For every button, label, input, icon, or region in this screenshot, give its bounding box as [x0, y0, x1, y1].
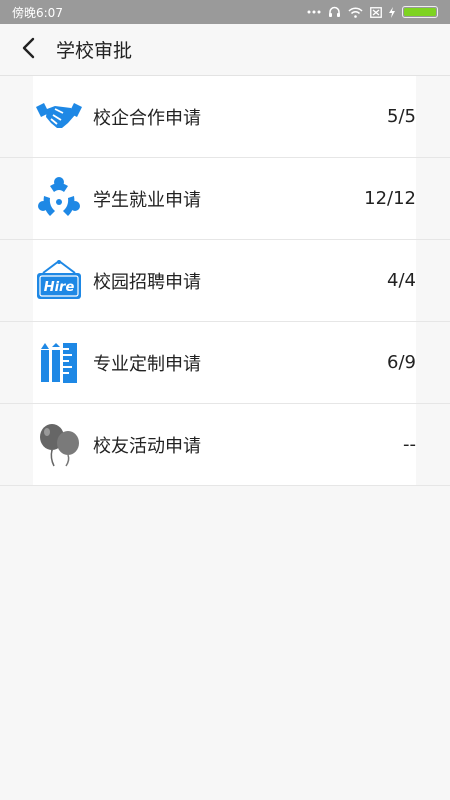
people-network-icon — [35, 175, 83, 223]
status-icons — [307, 6, 438, 18]
more-dots-icon — [307, 10, 321, 14]
list-item-count: 12/12 — [364, 188, 416, 209]
list-item-label: 校友活动申请 — [93, 435, 201, 457]
list-item-school-enterprise[interactable]: 校企合作申请 5/5 — [0, 76, 450, 158]
list-item-count: 5/5 — [387, 106, 416, 127]
list-item-campus-recruitment[interactable]: Hire 校园招聘申请 4/4 — [0, 240, 450, 322]
ruler-pencil-icon — [35, 339, 83, 387]
list-item-label: 学生就业申请 — [93, 189, 201, 211]
list-item-count: -- — [403, 434, 416, 455]
hire-sign-icon: Hire — [35, 257, 83, 305]
svg-text:Hire: Hire — [44, 280, 75, 295]
battery-icon — [402, 6, 438, 18]
list-item-label: 专业定制申请 — [93, 353, 201, 375]
headset-icon — [328, 6, 341, 18]
list-item-student-employment[interactable]: 学生就业申请 12/12 — [0, 158, 450, 240]
list-item-label: 校园招聘申请 — [93, 271, 201, 293]
list-item-count: 4/4 — [387, 270, 416, 291]
no-sim-icon — [370, 6, 382, 18]
page-title: 学校审批 — [56, 40, 133, 62]
balloons-icon — [35, 421, 83, 469]
handshake-icon — [35, 93, 83, 141]
list-item-count: 6/9 — [387, 352, 416, 373]
nav-bar: 学校审批 — [0, 24, 450, 76]
status-time: 傍晚6:07 — [12, 5, 63, 20]
back-button[interactable] — [0, 24, 56, 76]
list-item-alumni-activity[interactable]: 校友活动申请 -- — [0, 404, 450, 486]
wifi-icon — [348, 6, 363, 18]
list-item-label: 校企合作申请 — [93, 107, 201, 129]
chevron-left-icon — [21, 37, 35, 63]
status-bar: 傍晚6:07 — [0, 0, 450, 24]
approval-list: 校企合作申请 5/5 学生就业申请 12/12 Hire 校园招聘申请 4/4 … — [0, 76, 450, 486]
charging-icon — [389, 6, 395, 18]
list-item-major-customization[interactable]: 专业定制申请 6/9 — [0, 322, 450, 404]
